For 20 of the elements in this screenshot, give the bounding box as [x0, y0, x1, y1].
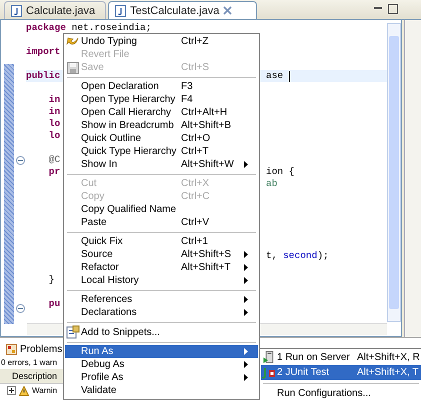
code-text: package: [26, 22, 66, 33]
code-text: second: [283, 250, 318, 262]
code-text: in: [48, 94, 60, 105]
code-text: public: [26, 70, 60, 81]
code-text: pr: [48, 166, 60, 177]
problems-summary: 0 errors, 1 warn: [1, 358, 58, 367]
code-text: in: [48, 106, 60, 117]
code-text: pu: [48, 298, 60, 309]
problem-text: Warnin: [32, 386, 58, 395]
code-text: t,: [266, 250, 278, 262]
code-text: }: [48, 274, 55, 285]
code-text: );: [317, 250, 329, 262]
code-text: @C: [48, 154, 60, 165]
code-text: net.roseindia;: [70, 22, 152, 33]
code-text: ion {: [266, 166, 295, 178]
code-text: import: [26, 46, 60, 57]
code-text: ase: [266, 70, 284, 82]
code-text: lo: [48, 118, 60, 129]
code-text: lo: [48, 130, 60, 141]
code-text: ab: [266, 178, 278, 190]
